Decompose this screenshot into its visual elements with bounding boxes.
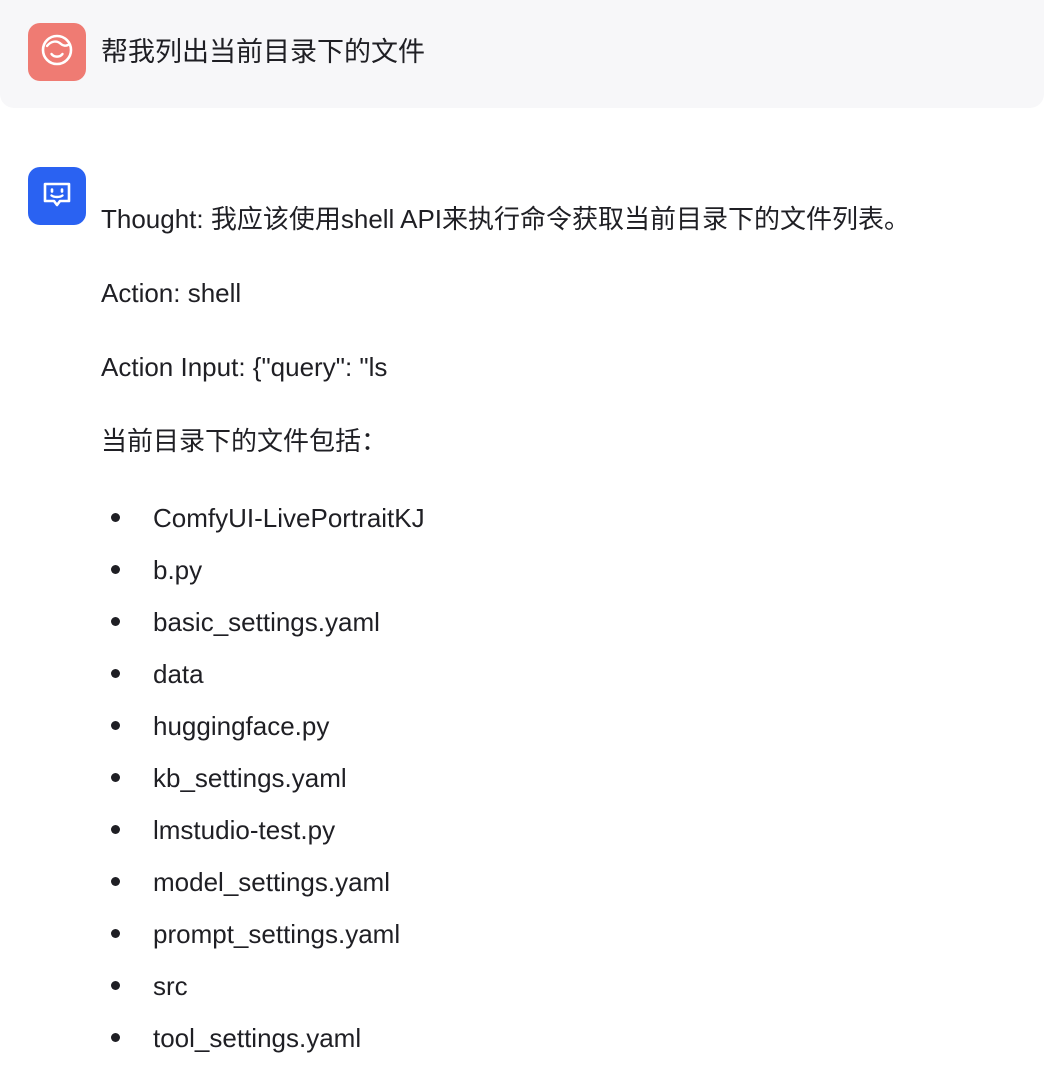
assistant-message: Thought: 我应该使用shell API来执行命令获取当前目录下的文件列表… — [101, 199, 1021, 1053]
bullet — [111, 617, 120, 626]
bullet — [111, 669, 120, 678]
action-text: Action: shell — [101, 278, 242, 308]
bullet — [111, 513, 120, 522]
file-name: model_settings.yaml — [153, 867, 390, 897]
file-name: tool_settings.yaml — [153, 1023, 362, 1053]
bullet — [111, 981, 120, 990]
user-message-text: 帮我列出当前目录下的文件 — [101, 37, 425, 67]
file-name: kb_settings.yaml — [153, 763, 347, 793]
file-name: lmstudio-test.py — [153, 815, 336, 845]
bullet — [111, 721, 120, 730]
user-avatar — [28, 23, 86, 81]
file-name: basic_settings.yaml — [153, 607, 380, 637]
user-message: 帮我列出当前目录下的文件 — [0, 0, 1044, 108]
bullet — [111, 825, 120, 834]
file-name: src — [153, 971, 188, 1001]
bullet — [111, 1033, 120, 1042]
smiley-face-icon — [40, 33, 74, 72]
bullet — [111, 929, 120, 938]
file-name: data — [153, 659, 204, 689]
file-name: prompt_settings.yaml — [153, 919, 401, 949]
bullet — [111, 565, 120, 574]
thought-text: Thought: 我应该使用shell API来执行命令获取当前目录下的文件列表… — [101, 204, 911, 234]
file-name: b.py — [153, 555, 203, 585]
assistant-avatar — [28, 167, 86, 225]
action-input-text: Action Input: {"query": "ls — [101, 352, 388, 382]
bullet — [111, 773, 120, 782]
file-name: huggingface.py — [153, 711, 330, 741]
chat-bubble-smile-icon — [40, 177, 74, 216]
files-intro-text: 当前目录下的文件包括： — [101, 426, 388, 456]
file-name: ComfyUI-LivePortraitKJ — [153, 503, 425, 533]
bullet — [111, 877, 120, 886]
